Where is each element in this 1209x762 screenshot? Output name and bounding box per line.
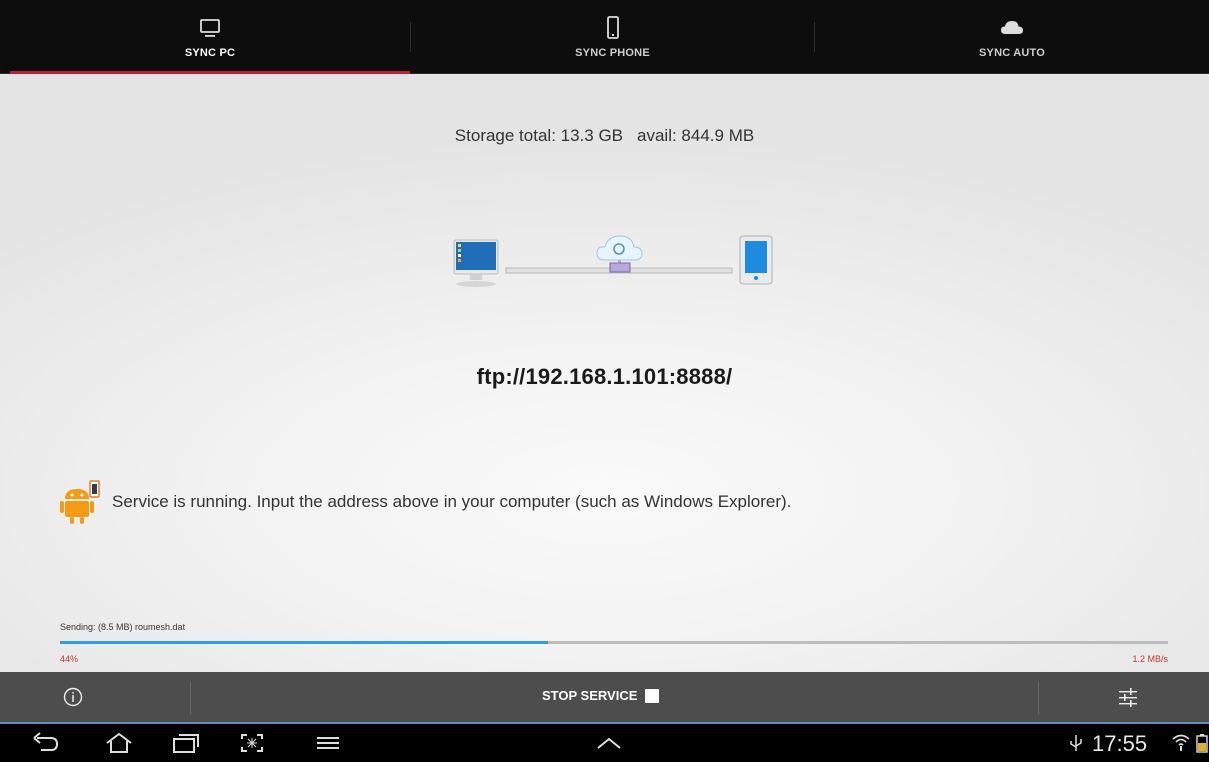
home-icon xyxy=(106,732,132,753)
service-status: Service is running. Input the address ab… xyxy=(60,479,791,525)
cloud-icon xyxy=(1000,15,1024,41)
computer-icon xyxy=(453,239,499,287)
storage-info: Storage total: 13.3 GB avail: 844.9 MB xyxy=(0,126,1209,146)
tab-bar: SYNC PC SYNC PHONE SYNC AUTO xyxy=(0,0,1209,74)
tab-sync-pc[interactable]: SYNC PC xyxy=(10,0,410,74)
sending-file-label: Sending: (8.5 MB) roumesh.dat xyxy=(60,622,186,632)
app-drawer-button[interactable] xyxy=(594,730,624,756)
sliders-icon xyxy=(1119,688,1137,707)
usb-icon xyxy=(1068,733,1084,758)
chevron-up-icon xyxy=(597,737,621,749)
menu-icon xyxy=(317,737,339,749)
pc-to-phone-graphic xyxy=(453,235,773,287)
stop-service-label: STOP SERVICE xyxy=(542,688,638,703)
recent-apps-button[interactable] xyxy=(171,730,201,756)
tab-label: SYNC PHONE xyxy=(575,47,650,59)
service-message: Service is running. Input the address ab… xyxy=(112,492,792,511)
info-button[interactable] xyxy=(62,686,84,708)
stop-service-button[interactable]: STOP SERVICE xyxy=(542,688,660,703)
settings-button[interactable] xyxy=(1117,686,1139,708)
android-icon xyxy=(60,479,102,525)
storage-total: Storage total: 13.3 GB xyxy=(454,126,624,145)
transfer-progress-bar xyxy=(60,641,1168,644)
info-icon xyxy=(63,687,83,707)
sync-illustration xyxy=(450,234,790,294)
screenshot-button[interactable] xyxy=(237,730,267,756)
transfer-speed: 1.2 MB/s xyxy=(1132,654,1168,664)
home-button[interactable] xyxy=(104,730,134,756)
ftp-address: ftp://192.168.1.101:8888/ xyxy=(476,364,733,389)
storage-available: avail: 844.9 MB xyxy=(637,126,755,145)
clock: 17:55 xyxy=(1092,731,1148,756)
transfer-progress-fill xyxy=(60,641,548,644)
tab-sync-phone[interactable]: SYNC PHONE xyxy=(411,0,814,74)
battery-icon xyxy=(1196,733,1208,758)
back-icon xyxy=(33,732,59,751)
tab-label: SYNC PC xyxy=(184,47,236,59)
wifi-icon xyxy=(1172,733,1190,758)
recent-apps-icon xyxy=(173,734,199,753)
screenshot-icon xyxy=(241,734,263,752)
phone-icon xyxy=(601,15,625,41)
action-divider xyxy=(1038,682,1039,714)
cloud-sync-icon xyxy=(596,235,643,273)
main-content: Storage total: 13.3 GB avail: 844.9 MB f… xyxy=(0,74,1209,672)
action-bar: STOP SERVICE xyxy=(0,672,1209,724)
transfer-percent: 44% xyxy=(60,654,79,664)
system-nav-bar: 17:55 xyxy=(0,724,1209,762)
back-button[interactable] xyxy=(32,730,62,756)
monitor-icon xyxy=(198,15,222,41)
phone-device-icon xyxy=(739,235,773,285)
menu-button[interactable] xyxy=(313,730,343,756)
stop-square-icon xyxy=(645,688,660,703)
tab-sync-auto[interactable]: SYNC AUTO xyxy=(815,0,1209,74)
tab-label: SYNC AUTO xyxy=(979,47,1045,59)
action-divider xyxy=(190,682,191,714)
